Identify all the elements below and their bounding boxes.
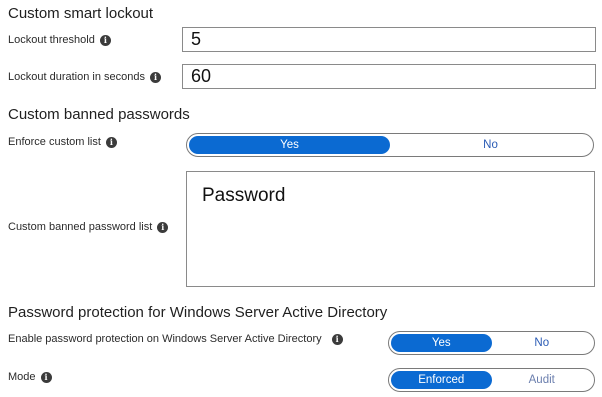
enforce-no-option[interactable]: No [390, 136, 591, 154]
mode-audit-option[interactable]: Audit [492, 371, 593, 389]
banned-password-list-row-label: Custom banned password list i [8, 221, 169, 233]
info-icon[interactable]: i [331, 333, 343, 345]
enable-no-option[interactable]: No [492, 334, 593, 352]
custom-banned-passwords-heading: Custom banned passwords [8, 106, 190, 123]
enable-password-protection-toggle[interactable]: Yes No [388, 331, 595, 355]
enforce-custom-list-toggle[interactable]: Yes No [186, 133, 594, 157]
lockout-duration-row-label: Lockout duration in seconds i [8, 71, 161, 83]
enforce-custom-list-label: Enforce custom list [8, 136, 101, 148]
mode-label: Mode [8, 371, 36, 383]
banned-password-list-textarea[interactable]: Password [186, 171, 595, 287]
lockout-threshold-label: Lockout threshold [8, 34, 95, 46]
lockout-threshold-value: 5 [191, 29, 202, 49]
info-icon[interactable]: i [99, 34, 111, 46]
password-protection-heading: Password protection for Windows Server A… [8, 304, 388, 321]
lockout-duration-input[interactable]: 60 [182, 64, 596, 89]
info-icon[interactable]: i [40, 371, 52, 383]
enable-yes-option[interactable]: Yes [391, 334, 492, 352]
enable-password-protection-row-label: Enable password protection on Windows Se… [8, 333, 343, 345]
banned-password-list-value: Password [202, 185, 286, 206]
banned-password-list-label: Custom banned password list [8, 221, 153, 233]
custom-smart-lockout-heading: Custom smart lockout [8, 5, 154, 22]
mode-enforced-option[interactable]: Enforced [391, 371, 492, 389]
lockout-threshold-row-label: Lockout threshold i [8, 34, 111, 46]
lockout-duration-value: 60 [191, 66, 212, 86]
lockout-duration-label: Lockout duration in seconds [8, 71, 145, 83]
mode-toggle[interactable]: Enforced Audit [388, 368, 595, 392]
info-icon[interactable]: i [149, 71, 161, 83]
enforce-yes-option[interactable]: Yes [189, 136, 390, 154]
info-icon[interactable]: i [157, 221, 169, 233]
lockout-threshold-input[interactable]: 5 [182, 27, 596, 52]
enforce-custom-list-row-label: Enforce custom list i [8, 136, 117, 148]
enable-password-protection-label: Enable password protection on Windows Se… [8, 333, 322, 345]
mode-row-label: Mode i [8, 371, 52, 383]
info-icon[interactable]: i [105, 136, 117, 148]
